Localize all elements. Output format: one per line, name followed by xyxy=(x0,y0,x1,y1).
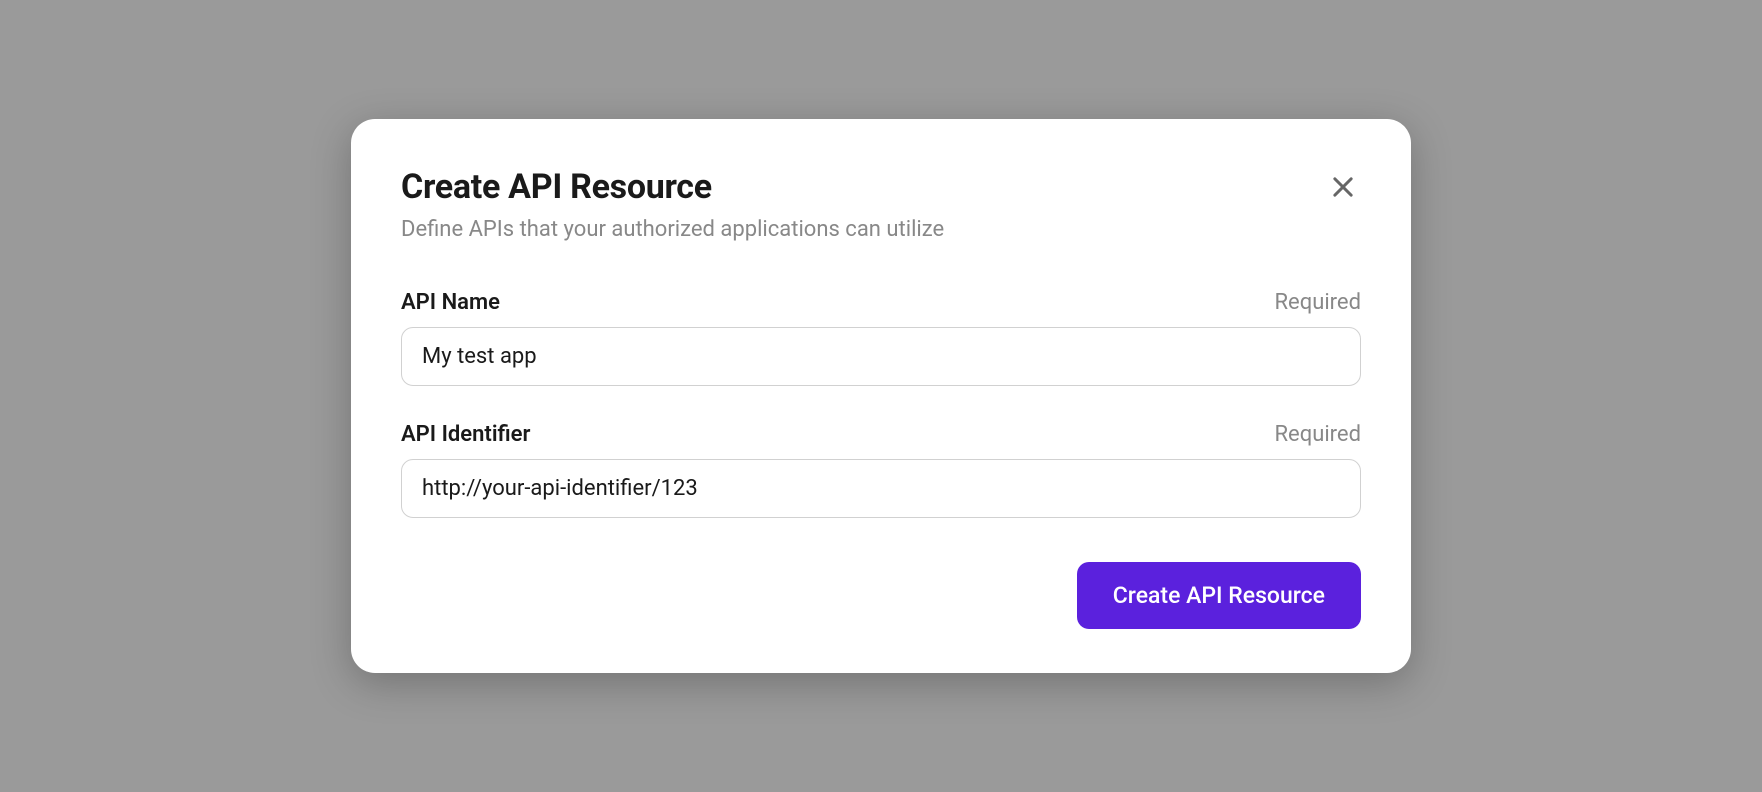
modal-footer: Create API Resource xyxy=(401,562,1361,629)
modal-header-text: Create API Resource Define APIs that you… xyxy=(401,167,1325,242)
api-name-label: API Name xyxy=(401,290,500,315)
modal-title: Create API Resource xyxy=(401,167,1325,207)
close-icon xyxy=(1329,173,1357,201)
create-api-resource-modal: Create API Resource Define APIs that you… xyxy=(351,119,1411,673)
create-api-resource-button[interactable]: Create API Resource xyxy=(1077,562,1361,629)
api-identifier-label-row: API Identifier Required xyxy=(401,422,1361,447)
api-name-required: Required xyxy=(1274,290,1361,315)
api-name-field-group: API Name Required xyxy=(401,290,1361,386)
api-name-label-row: API Name Required xyxy=(401,290,1361,315)
api-name-input[interactable] xyxy=(401,327,1361,386)
close-button[interactable] xyxy=(1325,169,1361,205)
api-identifier-required: Required xyxy=(1274,422,1361,447)
api-identifier-field-group: API Identifier Required xyxy=(401,422,1361,518)
api-identifier-label: API Identifier xyxy=(401,422,530,447)
modal-subtitle: Define APIs that your authorized applica… xyxy=(401,217,1325,242)
api-identifier-input[interactable] xyxy=(401,459,1361,518)
modal-header: Create API Resource Define APIs that you… xyxy=(401,167,1361,242)
